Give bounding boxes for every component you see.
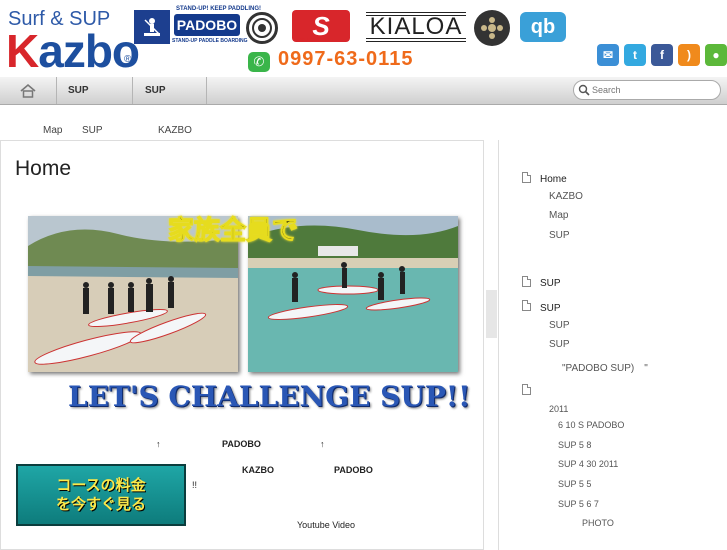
twitter-icon[interactable]: t	[624, 44, 646, 66]
breadcrumb-map[interactable]: Map	[43, 125, 62, 136]
sidebar-news-item[interactable]: SUP 5 5	[558, 479, 591, 489]
standup-heading: STAND-UP! KEEP PADDLING!	[176, 6, 262, 12]
page-icon	[522, 172, 531, 183]
sidebar-news-item[interactable]: SUP 5 8	[558, 440, 591, 450]
logo-text: azbo	[38, 25, 140, 77]
badge-icon	[252, 18, 272, 38]
registered-mark: ®	[124, 54, 132, 65]
text-arrow-2: ↑	[320, 439, 325, 449]
sidebar-link-map[interactable]: Map	[549, 210, 568, 221]
course-button-line1: コースの料金	[56, 477, 146, 494]
padobo-tagline: STAND-UP PADDLE BOARDING	[172, 38, 248, 44]
course-button-line2: を今すぐ見る	[55, 496, 146, 513]
padobo-logo[interactable]: PADOBO	[174, 14, 240, 36]
sidebar-news-photo[interactable]: PHOTO	[582, 518, 614, 528]
sidebar-link-kazbo[interactable]: KAZBO	[549, 191, 583, 202]
mail-icon[interactable]: ✉	[597, 44, 619, 66]
home-icon	[20, 83, 36, 98]
youtube-video-label[interactable]: Youtube Video	[297, 520, 355, 530]
text-arrow-1: ↑	[156, 439, 161, 449]
text-padobo-2: PADOBO	[334, 465, 373, 475]
paddler-icon	[144, 18, 160, 36]
surftech-tagline: SURFTECH	[300, 38, 333, 44]
sidebar-link-sup[interactable]: SUP	[549, 230, 570, 241]
sidebar-link-sup-2[interactable]: SUP	[540, 278, 561, 289]
course-price-button[interactable]: コースの料金 を今すぐ見る	[16, 464, 186, 526]
page-icon	[522, 300, 531, 311]
nav-item-sup-1[interactable]: SUP	[56, 77, 133, 104]
sidebar-link-home[interactable]: Home	[540, 174, 567, 185]
nav-item-sup-2[interactable]: SUP	[133, 77, 207, 104]
text-padobo-1: PADOBO	[222, 439, 261, 449]
logo-k: K	[6, 25, 39, 77]
text-exclaim: !!	[192, 480, 198, 490]
page-icon	[522, 384, 531, 395]
scrollbar[interactable]	[486, 290, 497, 338]
text-kazbo: KAZBO	[242, 465, 274, 475]
breadcrumb-sup[interactable]: SUP	[82, 125, 103, 136]
nav-home-button[interactable]	[0, 77, 57, 104]
sidebar	[498, 140, 727, 550]
breadcrumb-kazbo[interactable]: KAZBO	[158, 125, 192, 136]
sidebar-news-item[interactable]: SUP 5 6 7	[558, 499, 599, 509]
rss-icon[interactable]: )	[678, 44, 700, 66]
circle-brand-logo[interactable]	[246, 12, 278, 44]
search-icon	[578, 84, 590, 96]
phone-number[interactable]: 0997-63-0115	[278, 48, 413, 71]
site-logo[interactable]: Kazbo	[6, 24, 140, 78]
page-icon	[522, 276, 531, 287]
page-title: Home	[15, 157, 72, 180]
banner-headline: 家族全員で	[167, 215, 299, 246]
round-brand-logo[interactable]	[474, 10, 510, 46]
sidebar-news-item[interactable]: 6 10 S PADOBO	[558, 420, 624, 430]
phone-icon: ✆	[248, 52, 270, 72]
standup-brand-logo[interactable]	[134, 10, 170, 44]
chat-icon[interactable]: ●	[705, 44, 727, 66]
search-input[interactable]	[590, 84, 714, 96]
facebook-icon[interactable]: f	[651, 44, 673, 66]
sidebar-sublink-sup-b[interactable]: SUP	[549, 339, 570, 350]
search-box[interactable]	[573, 80, 721, 100]
sidebar-news-item[interactable]: SUP 4 30 2011	[558, 459, 618, 469]
qb-logo[interactable]: qb	[520, 12, 566, 42]
sidebar-sublink-sup-a[interactable]: SUP	[549, 320, 570, 331]
banner-challenge-text: LET'S CHALLENGE SUP!!	[68, 380, 471, 413]
sidebar-news-year[interactable]: 2011	[549, 404, 568, 414]
kialoa-logo[interactable]: KIALOA	[366, 12, 466, 42]
sidebar-sublink-padobo[interactable]: "PADOBO SUP) "	[562, 359, 648, 374]
sidebar-link-sup-3[interactable]: SUP	[540, 303, 561, 314]
flower-icon	[481, 17, 503, 39]
